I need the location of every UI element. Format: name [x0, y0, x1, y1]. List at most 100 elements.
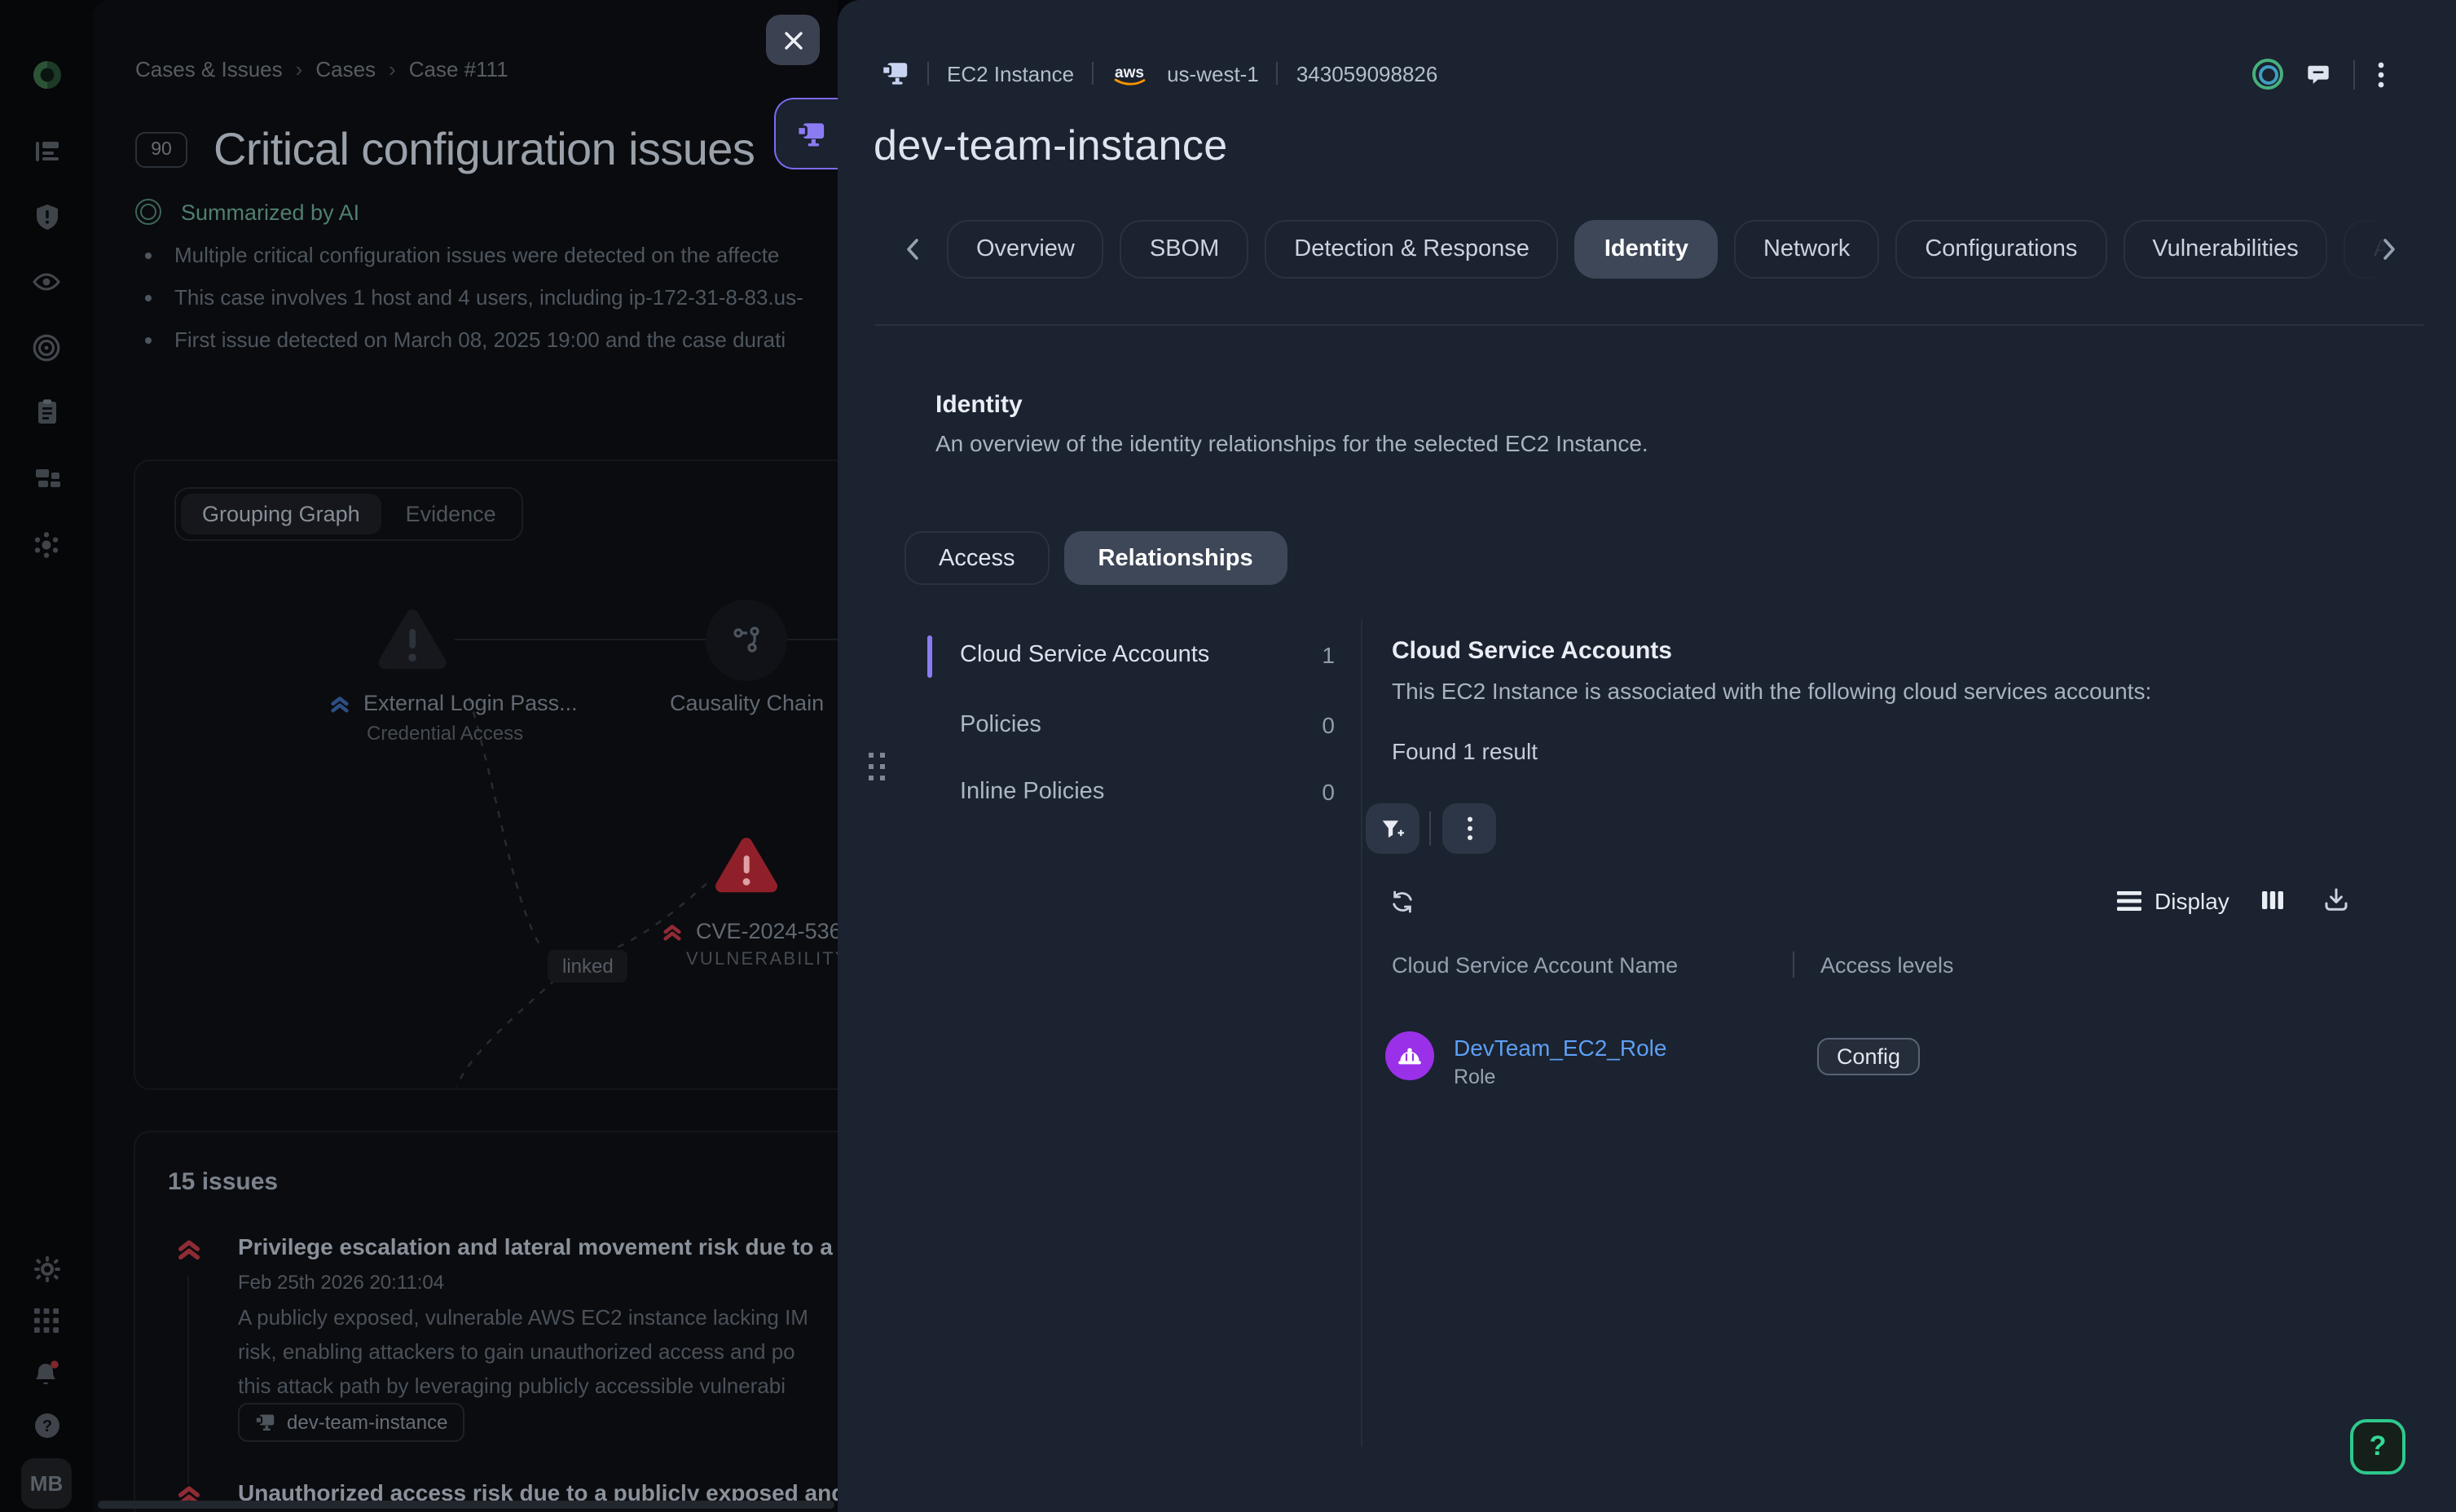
- panel-heading: Cloud Service Accounts: [1392, 637, 1672, 665]
- asset-meta-row: EC2 Instance aws us-west-1 343059098826: [880, 60, 1437, 86]
- summary-bullet: First issue detected on March 08, 2025 1…: [145, 327, 786, 352]
- access-level-chip[interactable]: Config: [1817, 1038, 1920, 1075]
- issue-timestamp: Feb 25th 2026 20:11:04: [238, 1271, 444, 1294]
- tab-label: Vulnerabilities: [2152, 236, 2298, 262]
- rel-type-count: 1: [1322, 642, 1335, 668]
- instance-icon: [794, 120, 825, 147]
- asset-chip-label: dev-team-instance: [287, 1411, 447, 1434]
- grouping-graph-card: Grouping Graph Evidence External Login P…: [134, 459, 838, 1090]
- tab-label: Access: [939, 545, 1015, 571]
- region-label: us-west-1: [1167, 61, 1259, 86]
- edge-label-linked: linked: [548, 950, 628, 982]
- tab-detection-response[interactable]: Detection & Response: [1265, 220, 1559, 279]
- issue-title[interactable]: Privilege escalation and lateral movemen…: [238, 1233, 838, 1259]
- tabs-scroll-right-icon[interactable]: [2383, 238, 2396, 261]
- download-button[interactable]: [2322, 886, 2350, 912]
- drawer-resize-handle[interactable]: [869, 753, 885, 780]
- column-header-name[interactable]: Cloud Service Account Name: [1392, 953, 1678, 978]
- help-button[interactable]: ?: [2350, 1419, 2405, 1475]
- tab-identity[interactable]: Identity: [1575, 220, 1718, 279]
- sidebar-item-target-icon[interactable]: [0, 332, 93, 363]
- tab-overview[interactable]: Overview: [947, 220, 1104, 279]
- close-icon: [783, 30, 803, 50]
- tab-label: Detection & Response: [1294, 236, 1529, 262]
- rel-type-label: Cloud Service Accounts: [960, 642, 1209, 668]
- vulnerability-node-label[interactable]: CVE-2024-53677 ...: [662, 919, 838, 943]
- issue-description-line: A publicly exposed, vulnerable AWS EC2 i…: [238, 1305, 808, 1330]
- breadcrumb-cases-issues[interactable]: Cases & Issues: [135, 57, 283, 81]
- divider: [1277, 62, 1279, 85]
- tab-label: Overview: [976, 236, 1075, 262]
- svg-text:aws: aws: [1115, 64, 1144, 81]
- graph-edges: [135, 461, 838, 1088]
- hard-hat-icon: [1397, 1044, 1423, 1067]
- chat-icon[interactable]: [2306, 63, 2331, 86]
- asset-chip[interactable]: dev-team-instance: [238, 1403, 464, 1442]
- tab-vulnerabilities[interactable]: Vulnerabilities: [2123, 220, 2327, 279]
- kebab-menu-icon: [1466, 816, 1472, 841]
- rel-type-inline-policies[interactable]: Inline Policies 0: [927, 767, 1335, 820]
- horizontal-scrollbar[interactable]: [98, 1501, 834, 1509]
- summary-bullet: Multiple critical configuration issues w…: [145, 243, 779, 267]
- ai-icon: [135, 199, 161, 225]
- sidebar-item-cases-icon[interactable]: [0, 137, 93, 166]
- rel-type-count: 0: [1322, 712, 1335, 738]
- asset-drawer-tab[interactable]: [774, 98, 844, 169]
- panel-description: This EC2 Instance is associated with the…: [1392, 678, 2151, 704]
- table-row-account-type: Role: [1454, 1066, 1495, 1088]
- asset-type-label: EC2 Instance: [947, 61, 1074, 86]
- graph-edge: [787, 639, 838, 640]
- brand-logo-icon[interactable]: [0, 59, 93, 91]
- asset-details-drawer: EC2 Instance aws us-west-1 343059098826 …: [838, 0, 2456, 1512]
- download-icon: [2322, 886, 2350, 912]
- sidebar-item-visibility-icon[interactable]: [0, 267, 93, 297]
- display-button[interactable]: Display: [2117, 888, 2229, 914]
- credential-node-icon[interactable]: [373, 604, 451, 676]
- sidebar-item-automations-icon[interactable]: [0, 530, 93, 560]
- breadcrumb-cases[interactable]: Cases: [315, 57, 376, 81]
- column-header-access-levels[interactable]: Access levels: [1820, 953, 1954, 978]
- instance-icon: [254, 1413, 275, 1432]
- notifications-bell-icon[interactable]: [0, 1359, 93, 1390]
- kebab-menu-icon[interactable]: [2378, 61, 2384, 87]
- tab-network[interactable]: Network: [1734, 220, 1879, 279]
- columns-button[interactable]: [2260, 888, 2285, 912]
- summary-bullet-text: First issue detected on March 08, 2025 1…: [174, 327, 786, 352]
- rel-type-label: Inline Policies: [960, 779, 1104, 805]
- rel-type-count: 0: [1322, 779, 1335, 805]
- causality-chain-node[interactable]: [706, 600, 787, 681]
- tab-label: Identity: [1604, 236, 1688, 262]
- sidebar-item-inventory-icon[interactable]: [0, 463, 93, 492]
- asset-tabs: Overview SBOM Detection & Response Ident…: [947, 220, 2406, 279]
- more-options-button[interactable]: [1442, 803, 1496, 854]
- ai-summary-row: Summarized by AI: [135, 199, 359, 225]
- rel-type-policies[interactable]: Policies 0: [927, 701, 1335, 753]
- help-circle-icon[interactable]: ?: [0, 1411, 93, 1440]
- severity-chevrons-icon: [329, 692, 350, 714]
- rel-type-cloud-service-accounts[interactable]: Cloud Service Accounts 1: [927, 631, 1335, 683]
- vulnerability-node-icon[interactable]: [711, 833, 782, 899]
- role-avatar: [1385, 1031, 1434, 1080]
- table-row-account-name-link[interactable]: DevTeam_EC2_Role: [1454, 1035, 1666, 1061]
- filter-button[interactable]: [1366, 803, 1419, 854]
- tabs-scroll-left-icon[interactable]: [906, 238, 919, 261]
- tab-relationships[interactable]: Relationships: [1064, 531, 1287, 585]
- ai-assistant-icon[interactable]: [2252, 59, 2283, 90]
- asset-title: dev-team-instance: [874, 121, 1228, 171]
- tab-configurations[interactable]: Configurations: [1895, 220, 2106, 279]
- divider: [1092, 62, 1094, 85]
- summary-bullet-text: This case involves 1 host and 4 users, i…: [174, 285, 803, 310]
- sidebar-item-compliance-icon[interactable]: [0, 398, 93, 427]
- settings-gear-icon[interactable]: [0, 1255, 93, 1284]
- tab-access[interactable]: Access: [904, 531, 1050, 585]
- refresh-button[interactable]: [1390, 890, 1415, 914]
- sidebar-item-security-icon[interactable]: [0, 202, 93, 231]
- user-avatar[interactable]: MB: [21, 1458, 72, 1509]
- tab-sbom[interactable]: SBOM: [1120, 220, 1248, 279]
- close-button[interactable]: [766, 15, 820, 65]
- breadcrumb-separator: ›: [389, 57, 396, 81]
- result-count: Found 1 result: [1392, 738, 1538, 764]
- credential-node-label[interactable]: External Login Pass...: [329, 691, 578, 715]
- apps-grid-icon[interactable]: [0, 1307, 93, 1334]
- tab-label: SBOM: [1150, 236, 1219, 262]
